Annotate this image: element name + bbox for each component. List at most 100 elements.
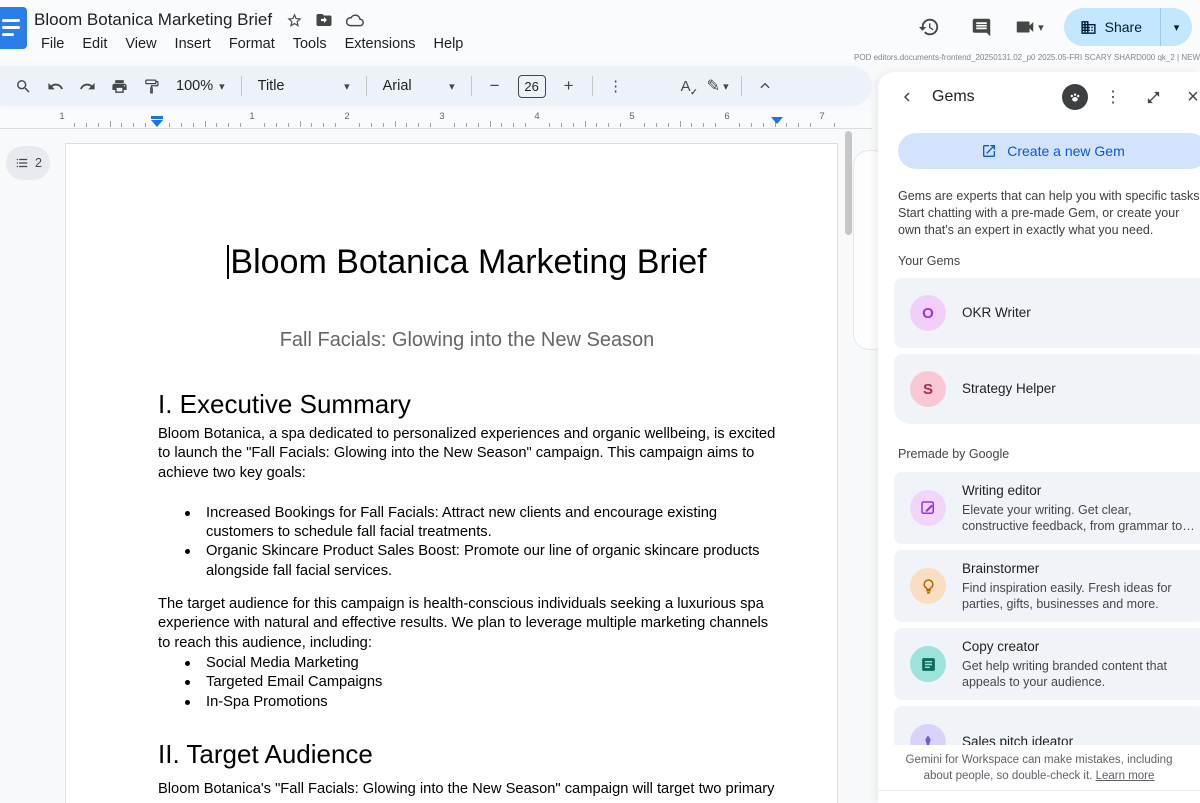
share-dropdown-button[interactable]: ▾ [1160,8,1192,46]
redo-button[interactable] [72,71,102,101]
doc-bullet-list: Increased Bookings for Fall Facials: Att… [158,504,776,581]
zoom-select[interactable]: 100% ▾ [168,71,233,101]
redo-icon [79,82,95,89]
undo-button[interactable] [40,71,70,101]
gem-name: Copy creator [962,638,1040,654]
chevron-down-icon: ▾ [1038,21,1044,34]
increase-font-size-button[interactable]: + [554,71,584,101]
document-title[interactable]: Bloom Botanica Marketing Brief [34,10,272,30]
doc-title-line: Bloom Botanica Marketing Brief [158,240,776,284]
doc-subtitle-line: Fall Facials: Glowing into the New Seaso… [279,329,655,352]
gem-avatar [910,490,946,526]
undo-icon [47,82,63,89]
learn-more-link[interactable]: Learn more [1096,770,1155,782]
footer-divider [878,790,1200,791]
menu-item[interactable]: Tools [284,34,336,54]
decrease-font-size-button[interactable]: − [480,71,510,101]
doc-bullet-item: Increased Bookings for Fall Facials: Att… [185,504,776,543]
doc-heading-target-audience: II. Target Audience [158,738,373,769]
gem-avatar [910,646,946,682]
print-icon [111,79,127,93]
gem-list-item[interactable]: Brainstormer Find inspiration easily. Fr… [894,550,1200,622]
ruler-number: 3 [439,111,445,122]
open-in-new-icon [983,145,996,157]
doc-bullet-list: Social Media Marketing Targeted Email Cam… [158,654,776,712]
more-options-button[interactable]: ⋮ [601,71,631,101]
hide-menus-button[interactable] [750,71,780,101]
gem-list-item[interactable]: O OKR Writer [894,278,1200,348]
chevron-down-icon: ▾ [219,80,225,93]
gem-avatar [910,568,946,604]
font-size-input[interactable]: 26 [517,74,546,98]
search-menus-button[interactable] [8,71,38,101]
document-scrollbar[interactable] [845,131,852,235]
spell-check-icon: A ✓ [680,77,698,97]
cloud-saved-icon[interactable] [345,11,364,30]
share-button-label: Share [1104,19,1142,35]
document-page[interactable]: Bloom Botanica Marketing Brief Fall Faci… [65,143,838,803]
menu-item[interactable]: Extensions [336,34,425,54]
gem-name: Strategy Helper [962,381,1056,396]
create-new-gem-label: Create a new Gem [1007,143,1125,159]
open-in-full-icon [1147,91,1159,103]
paragraph-style-value: Title [257,78,285,94]
ruler-number: 7 [819,111,825,122]
paint-roller-icon [144,78,159,94]
chevron-left-icon [903,92,910,102]
font-family-value: Arial [382,78,412,94]
comments-icon[interactable] [962,8,1000,46]
right-indent-marker[interactable] [771,117,783,124]
lightbulb-icon [920,578,937,595]
left-indent-marker[interactable] [151,116,163,127]
ruler-number: 5 [629,111,635,122]
gem-avatar: S [910,371,946,407]
gem-list-item[interactable]: Copy creator Get help writing branded co… [894,628,1200,700]
pen-icon: ✎ [706,78,721,95]
gem-list-item[interactable]: S Strategy Helper [894,354,1200,424]
google-docs-logo-icon[interactable] [0,7,27,49]
meet-presentation-button[interactable]: ▾ [1014,16,1044,38]
menu-item[interactable]: File [32,34,73,54]
panel-more-options-button[interactable]: ⋮ [1098,82,1128,112]
paragraph-style-select[interactable]: Title ▾ [250,71,358,101]
gem-avatar: O [910,295,946,331]
app-header: Bloom Botanica Marketing Brief File Edit… [0,0,1200,62]
doc-bullet-item: Organic Skincare Product Sales Boost: Pr… [185,542,776,581]
menu-item[interactable]: View [116,34,165,54]
share-button[interactable]: Share [1063,8,1160,46]
gems-description: Gems are experts that can help you with … [898,189,1200,237]
star-icon[interactable] [286,12,303,29]
zoom-value: 100% [176,78,214,94]
menu-item[interactable]: Edit [73,34,116,54]
chevron-down-icon: ▾ [1173,21,1180,34]
paint-format-button[interactable] [136,71,166,101]
premade-by-google-label: Premade by Google [898,447,1010,461]
spelling-check-button[interactable]: A ✓ [671,71,701,101]
version-history-icon[interactable] [910,8,948,46]
editing-mode-button[interactable]: ✎ ▾ [703,71,733,101]
doc-paragraph: The target audience for this campaign is… [158,596,769,651]
chevron-down-icon: ▾ [449,80,455,93]
font-family-select[interactable]: Arial ▾ [375,71,463,101]
doc-paragraph: Bloom Botanica's "Fall Facials: Glowing … [158,780,775,797]
menu-item[interactable]: Help [425,34,473,54]
menu-item[interactable]: Format [220,34,284,54]
print-button[interactable] [104,71,134,101]
close-panel-button[interactable]: × [1178,82,1200,112]
create-new-gem-button[interactable]: Create a new Gem [898,133,1200,169]
menu-item[interactable]: Insert [166,34,220,54]
chevron-down-icon: ▾ [344,80,350,93]
gem-description: Elevate your writing. Get clear, constru… [962,502,1195,534]
user-avatar[interactable] [1062,84,1088,110]
doc-bullet-item: In-Spa Promotions [185,693,776,712]
gem-list-item[interactable]: Writing editor Elevate your writing. Get… [894,472,1200,544]
panel-title: Gems [932,88,975,105]
move-folder-icon[interactable] [315,11,333,29]
document-outline-toggle[interactable]: 2 [6,146,50,180]
video-camera-icon [1016,21,1034,33]
gem-name: Brainstormer [962,560,1040,576]
back-button[interactable] [892,82,922,112]
search-icon [16,79,30,93]
expand-panel-button[interactable] [1138,82,1168,112]
ruler-number: 4 [534,111,540,122]
